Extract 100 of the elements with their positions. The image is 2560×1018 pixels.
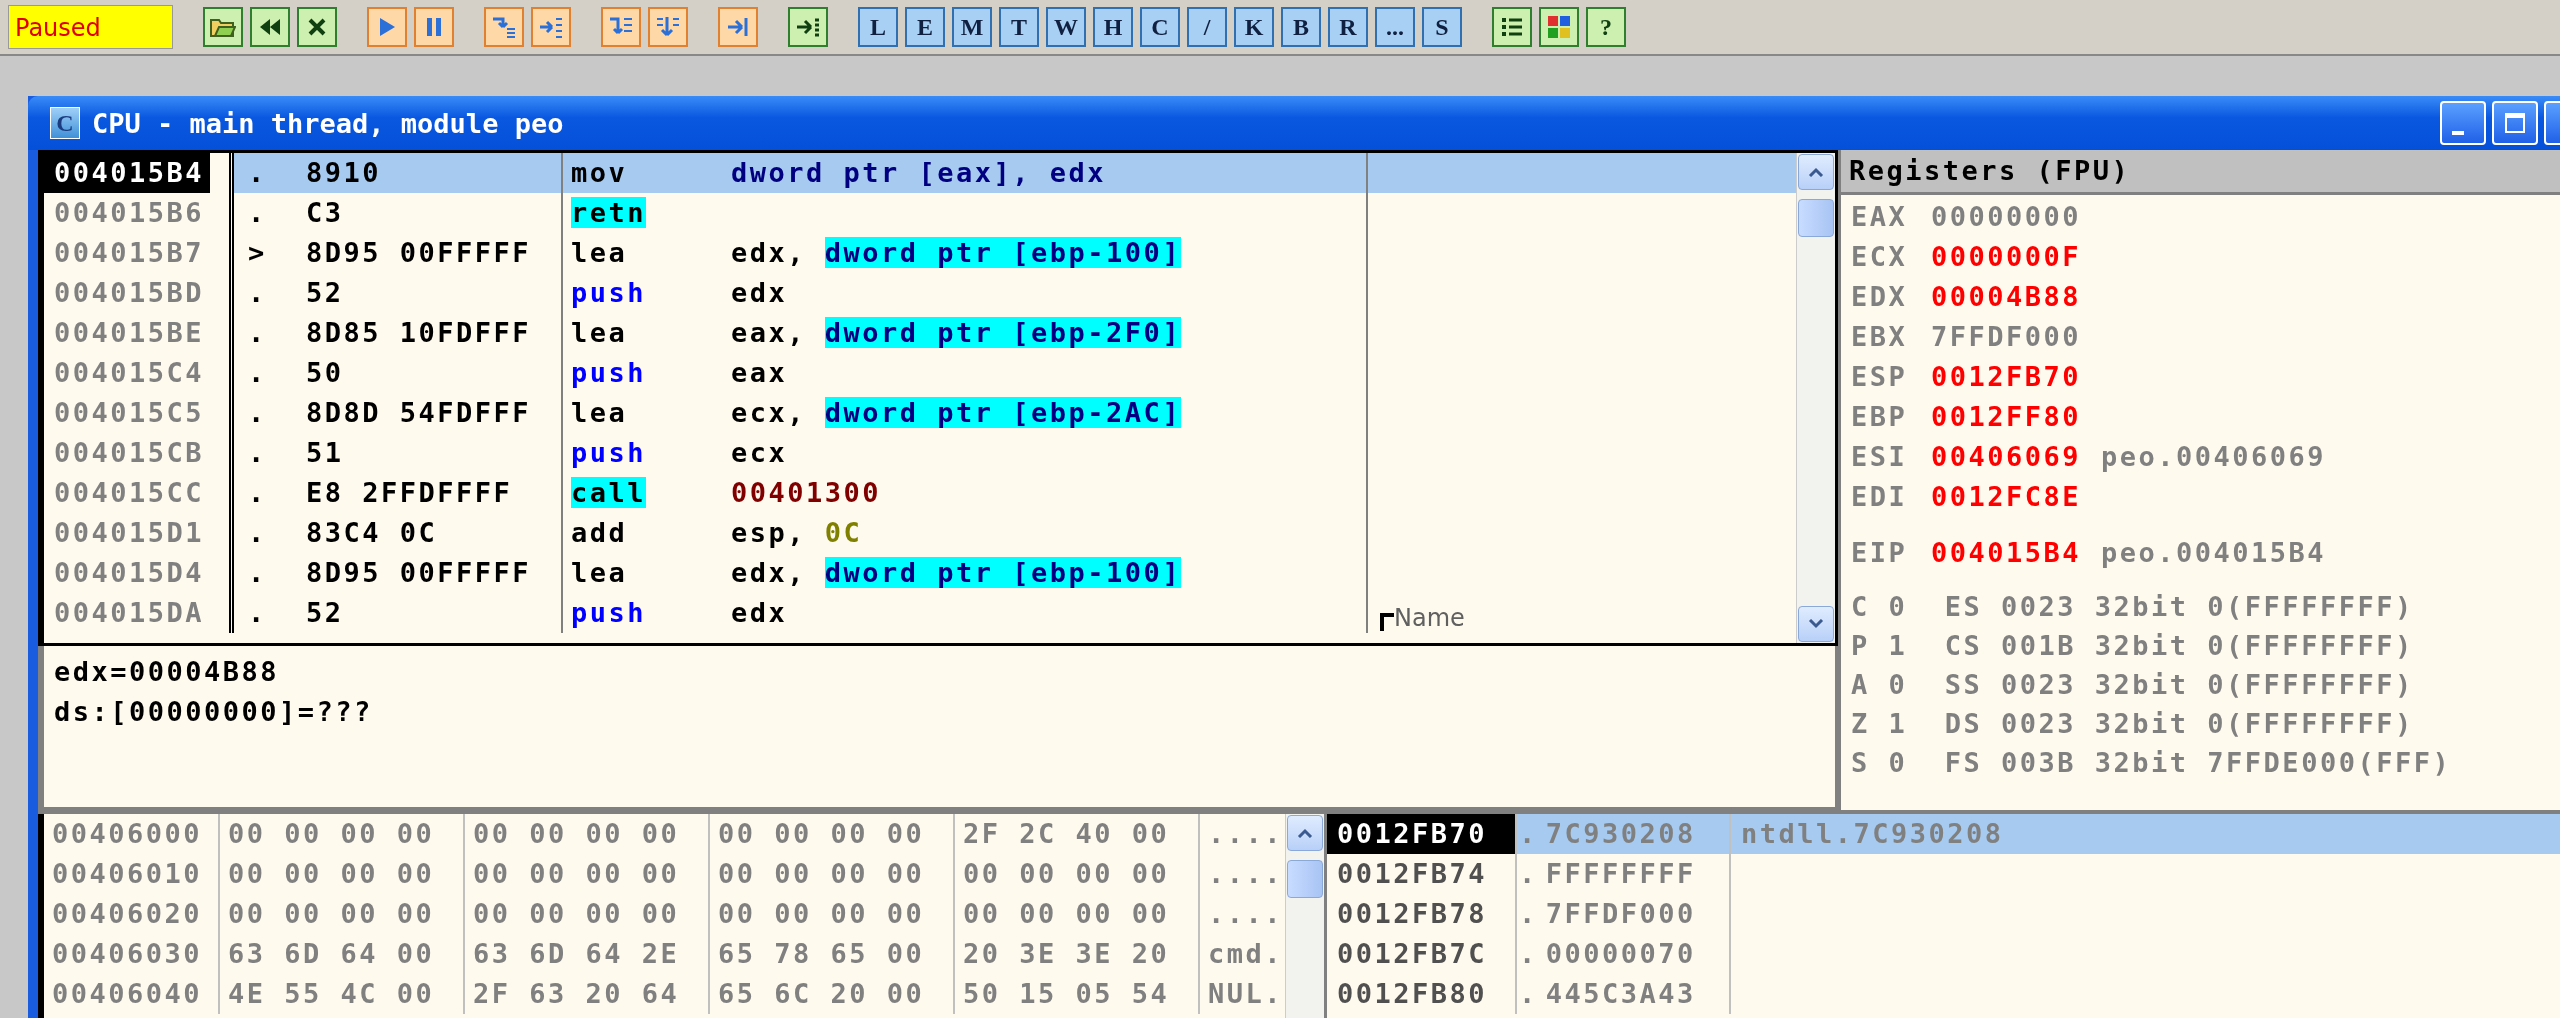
hex-bytes-cell: 00 00 00 00 [473, 818, 680, 849]
toolbar-button[interactable] [1539, 7, 1579, 47]
address-cell-text: 004015BE [53, 316, 206, 350]
register-name: EDX [1851, 280, 1909, 314]
register-value[interactable]: 004015B4 [1931, 533, 2082, 573]
arrow-to-bar-icon [795, 16, 821, 38]
scrollbar[interactable] [1285, 814, 1324, 1018]
toolbar-button[interactable] [250, 7, 290, 47]
hex-bytes-cell: 63 6D 64 2E [473, 938, 680, 969]
rewind-icon [258, 17, 282, 37]
stack-value: 445C3A43 [1545, 978, 1696, 1009]
toolbar-button[interactable]: C [1140, 7, 1180, 47]
jump-mark: . [248, 557, 267, 588]
register-value[interactable]: 00004B88 [1931, 277, 2082, 317]
hex-dump-cell: 83C4 0C [306, 517, 438, 548]
address-cell: 00406030 [52, 938, 203, 969]
register-value[interactable]: 00000000 [1931, 197, 2082, 237]
help-button[interactable]: ? [1586, 7, 1626, 47]
address-cell-text: 004015CC [53, 476, 206, 510]
operand-text: edx [731, 597, 788, 628]
toolbar-button[interactable]: E [905, 7, 945, 47]
jump-mark: . [248, 357, 267, 388]
selected-row[interactable]: 0012FB70 . 7C930208 ntdll.7C930208 [1327, 814, 2560, 854]
hex-dump-cell: 52 [306, 277, 344, 308]
register-comment: peo.004015B4 [2101, 536, 2327, 570]
jump-mark: . [248, 477, 267, 508]
operand-text: dword ptr [ebp-100] [824, 237, 1182, 268]
toolbar-button[interactable]: H [1093, 7, 1133, 47]
ascii-cell: .... [1208, 898, 1284, 929]
selected-row[interactable]: 004015B4 . 8910 mov dword ptr [eax], edx [44, 153, 1796, 193]
hex-dump-cell: E8 2FFDFFFF [306, 477, 513, 508]
jump-mark: > [248, 237, 267, 268]
register-name: ESI [1851, 440, 1909, 474]
register-name: ESP [1851, 360, 1909, 394]
toolbar-button[interactable] [297, 7, 337, 47]
hex-dump-cell: 8D8D 54FDFFF [306, 397, 532, 428]
toolbar-button[interactable]: S [1422, 7, 1462, 47]
minimize-button[interactable] [2440, 101, 2486, 145]
minimize-icon [2452, 131, 2464, 135]
operand-text: dword ptr [eax], edx [731, 157, 1107, 188]
address-cell: 0012FB74 [1337, 858, 1488, 889]
hex-dump-cell: 52 [306, 597, 344, 628]
toolbar-button[interactable]: K [1234, 7, 1274, 47]
address-cell-text: 004015B7 [53, 236, 206, 270]
hex-bytes-cell: 00 00 00 00 [963, 858, 1170, 889]
toolbar-button[interactable]: T [999, 7, 1039, 47]
toolbar-button[interactable] [1492, 7, 1532, 47]
stack-mark: . [1519, 818, 1538, 849]
mnemonic-cell: lea [571, 557, 628, 588]
scroll-up-button[interactable] [1287, 815, 1323, 851]
register-value[interactable]: 0012FB70 [1931, 357, 2082, 397]
scrollbar-thumb[interactable] [1798, 199, 1834, 237]
mnemonic-cell: add [571, 517, 628, 548]
maximize-icon [2504, 112, 2526, 134]
toolbar-button[interactable]: R [1328, 7, 1368, 47]
maximize-button[interactable] [2492, 101, 2538, 145]
register-value[interactable]: 0012FC8E [1931, 477, 2082, 517]
register-value[interactable]: 0012FF80 [1931, 397, 2082, 437]
scrollbar[interactable] [1796, 153, 1835, 643]
toolbar-button[interactable]: W [1046, 7, 1086, 47]
operand-text: edx, [731, 557, 808, 588]
address-cell: 0012FB78 [1337, 898, 1488, 929]
hex-bytes-cell: 00 00 00 00 [718, 898, 925, 929]
scroll-down-button[interactable] [1798, 606, 1834, 642]
status-indicator: Paused [8, 5, 173, 49]
toolbar-button[interactable]: / [1187, 7, 1227, 47]
toolbar-button[interactable]: M [952, 7, 992, 47]
register-name: ECX [1851, 240, 1909, 274]
scrollbar-thumb[interactable] [1287, 860, 1323, 898]
operand-text: ecx [731, 437, 788, 468]
operand-text: dword ptr [ebp-100] [824, 557, 1182, 588]
toolbar-button[interactable]: L [858, 7, 898, 47]
address-cell: 00406010 [52, 858, 203, 889]
scroll-up-button[interactable] [1798, 154, 1834, 190]
operand-text: ecx, [731, 397, 808, 428]
register-value[interactable]: 7FFDF000 [1931, 317, 2082, 357]
toolbar-button[interactable] [203, 7, 243, 47]
hex-dump-cell: 8D85 10FDFFF [306, 317, 532, 348]
register-value[interactable]: 0000000F [1931, 237, 2082, 277]
step-icon [538, 15, 564, 39]
ascii-cell: .... [1208, 818, 1284, 849]
toolbar-button[interactable] [788, 7, 828, 47]
stack-value: 00000070 [1545, 938, 1696, 969]
step-icon [491, 15, 517, 39]
address-cell-text: 004015BD [53, 276, 206, 310]
address-cell-text: 004015DA [53, 596, 206, 630]
stack-value: FFFFFFFF [1545, 858, 1696, 889]
toolbar-button[interactable]: B [1281, 7, 1321, 47]
hex-bytes-cell: 00 00 00 00 [228, 818, 435, 849]
stack-value: 7C930208 [1545, 818, 1696, 849]
stack-mark: . [1519, 858, 1538, 889]
registers-header: Registers (FPU) [1841, 150, 2560, 195]
operand-text: edx, [731, 237, 808, 268]
stack-comment: ntdll.7C930208 [1741, 818, 2004, 849]
toolbar-button[interactable]: ... [1375, 7, 1415, 47]
address-cell: 0012FB7C [1337, 938, 1488, 969]
hex-bytes-cell: 2F 2C 40 00 [963, 818, 1170, 849]
register-value[interactable]: 00406069 [1931, 437, 2082, 477]
jump-mark: . [248, 517, 267, 548]
info-text: edx=00004B88 [54, 655, 280, 689]
